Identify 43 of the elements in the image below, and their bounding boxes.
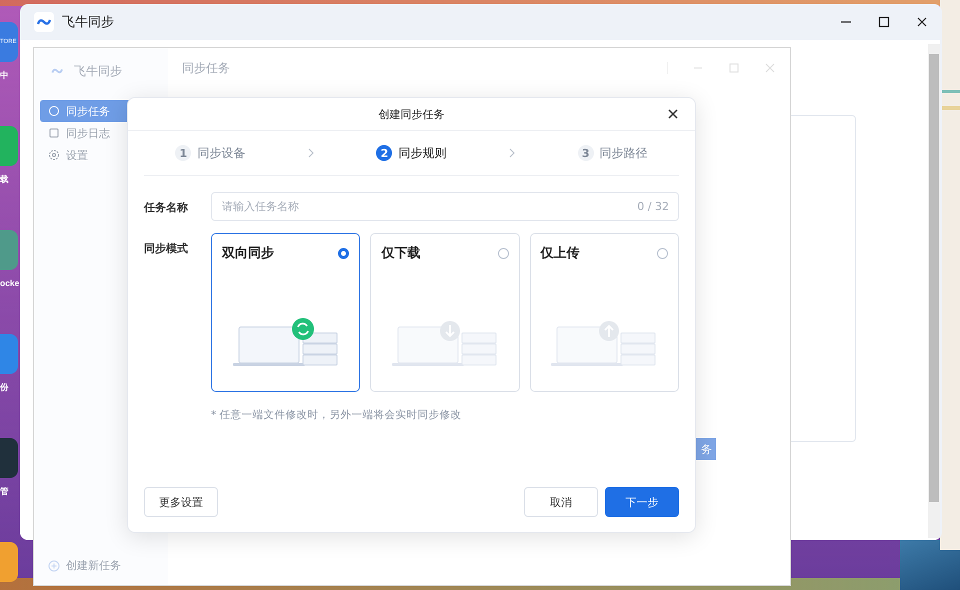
app-label: ocke [0, 278, 20, 288]
page-title: 同步任务 [182, 60, 230, 76]
step-number: 2 [376, 145, 392, 161]
chevron-icon [308, 148, 314, 158]
app-label: 份 [0, 382, 9, 394]
mode-title: 双向同步 [222, 245, 274, 262]
step-label: 同步设备 [197, 144, 246, 162]
mode-card[interactable]: 双向同步 [211, 233, 360, 392]
create-task-button[interactable]: 创建新任务 [40, 558, 162, 573]
hint-text: * 任意一端文件修改时，另外一端将会实时同步修改 [211, 408, 463, 422]
more-settings-button[interactable]: 更多设置 [144, 487, 218, 517]
app-name: 飞牛同步 [74, 62, 122, 80]
app-label: 载 [0, 174, 9, 186]
window-title: 飞牛同步 [62, 14, 114, 31]
scrollbar[interactable] [928, 44, 940, 538]
radio-button[interactable] [338, 248, 350, 258]
step-label: 同步规则 [398, 144, 446, 162]
field-label: 任务名称 [144, 200, 189, 215]
mode-card[interactable]: 仅上传 [530, 233, 679, 392]
plus-icon [48, 560, 60, 572]
note-icon [48, 127, 60, 139]
maximize-icon[interactable] [878, 16, 890, 28]
cancel-button[interactable]: 取消 [524, 487, 598, 517]
step-number: 1 [175, 145, 192, 161]
radio-button[interactable] [498, 248, 509, 258]
chevron-icon [509, 148, 516, 158]
gear-icon [48, 149, 60, 161]
mode-card[interactable]: 仅下载 [370, 233, 520, 392]
mode-title: 仅上传 [540, 245, 580, 262]
radio-button[interactable] [656, 248, 668, 258]
dialog-title: 创建同步任务 [378, 106, 444, 122]
mode-title: 仅下载 [381, 245, 420, 262]
circle-icon [48, 105, 60, 117]
field-label: 同步模式 [144, 241, 189, 256]
next-button[interactable]: 下一步 [605, 487, 679, 517]
close-icon[interactable] [667, 108, 679, 120]
step-label: 同步路径 [600, 144, 648, 162]
step-number: 3 [578, 145, 594, 161]
app-label: 管 [0, 486, 9, 498]
character-counter: 0 / 32 [637, 200, 669, 213]
close-icon[interactable] [916, 16, 928, 28]
logo-icon [34, 12, 54, 32]
app-label: 中 [0, 70, 9, 82]
